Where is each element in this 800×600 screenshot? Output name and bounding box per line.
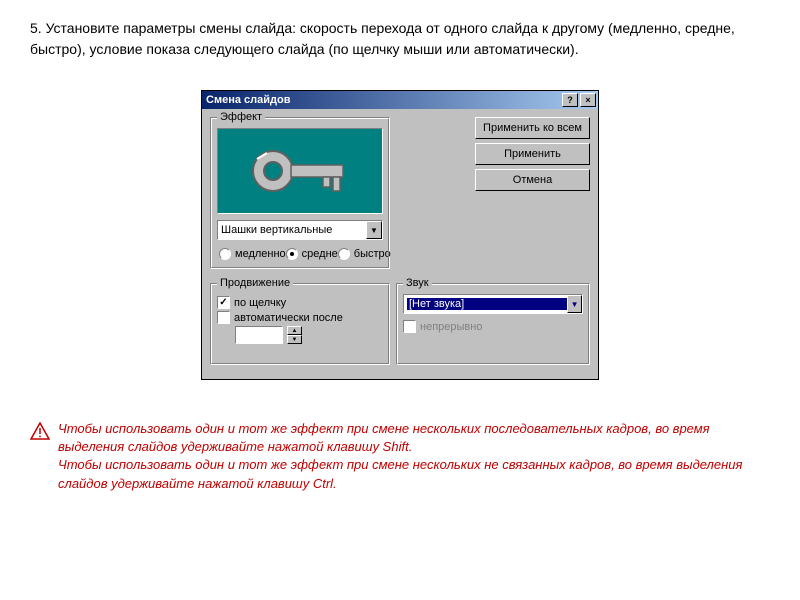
speed-slow-radio[interactable]: медленно bbox=[219, 248, 286, 260]
chevron-down-icon[interactable]: ▼ bbox=[366, 221, 382, 239]
right-column: Применить ко всем Применить Отмена bbox=[398, 117, 590, 275]
chevron-down-icon[interactable]: ▼ bbox=[567, 295, 582, 313]
loop-checkbox: непрерывно bbox=[403, 320, 583, 333]
effect-dropdown-value: Шашки вертикальные bbox=[221, 224, 332, 236]
apply-button[interactable]: Применить bbox=[475, 143, 590, 165]
speed-fast-radio[interactable]: быстро bbox=[338, 248, 391, 260]
warning-icon bbox=[30, 422, 50, 440]
instruction-text: 5. Установите параметры смены слайда: ск… bbox=[30, 18, 770, 60]
radio-icon bbox=[286, 248, 298, 260]
effect-preview bbox=[217, 128, 383, 214]
sound-dropdown-value: [Нет звука] bbox=[407, 298, 567, 310]
sound-group-label: Звук bbox=[403, 277, 432, 289]
speed-medium-label: средне bbox=[302, 248, 338, 260]
warning-text: Чтобы использовать один и тот же эффект … bbox=[58, 420, 770, 493]
titlebar-buttons: ? × bbox=[562, 93, 596, 107]
effect-groupbox: Эффект Шашки вертикальные ▼ bbox=[210, 117, 390, 269]
cancel-button[interactable]: Отмена bbox=[475, 169, 590, 191]
speed-medium-radio[interactable]: средне bbox=[286, 248, 338, 260]
bottom-row: Продвижение по щелчку автоматически посл… bbox=[202, 283, 598, 379]
time-spinner: ▲ ▼ bbox=[217, 326, 383, 344]
slide-transition-dialog: Смена слайдов ? × Эффект bbox=[201, 90, 599, 380]
speed-radio-group: медленно средне быстро bbox=[217, 246, 383, 262]
auto-after-label: автоматически после bbox=[234, 312, 343, 324]
time-input[interactable] bbox=[235, 326, 283, 344]
left-column: Эффект Шашки вертикальные ▼ bbox=[210, 117, 390, 275]
speed-fast-label: быстро bbox=[354, 248, 391, 260]
speed-slow-label: медленно bbox=[235, 248, 286, 260]
dialog-title: Смена слайдов bbox=[206, 94, 290, 106]
auto-after-checkbox[interactable]: автоматически после bbox=[217, 311, 383, 324]
radio-icon bbox=[219, 248, 231, 260]
loop-label: непрерывно bbox=[420, 321, 482, 333]
apply-all-button[interactable]: Применить ко всем bbox=[475, 117, 590, 139]
on-click-label: по щелчку bbox=[234, 297, 286, 309]
effect-dropdown[interactable]: Шашки вертикальные ▼ bbox=[217, 220, 383, 240]
dialog-body: Эффект Шашки вертикальные ▼ bbox=[202, 109, 598, 283]
advance-group-label: Продвижение bbox=[217, 277, 293, 289]
warning-block: Чтобы использовать один и тот же эффект … bbox=[30, 420, 770, 493]
advance-groupbox: Продвижение по щелчку автоматически посл… bbox=[210, 283, 390, 365]
on-click-checkbox[interactable]: по щелчку bbox=[217, 296, 383, 309]
radio-icon bbox=[338, 248, 350, 260]
spinner-buttons: ▲ ▼ bbox=[287, 326, 302, 344]
help-icon[interactable]: ? bbox=[562, 93, 578, 107]
spacer bbox=[398, 195, 590, 275]
close-icon[interactable]: × bbox=[580, 93, 596, 107]
spin-up-icon[interactable]: ▲ bbox=[287, 326, 302, 335]
sound-groupbox: Звук [Нет звука] ▼ непрерывно bbox=[396, 283, 590, 365]
warning-line-1: Чтобы использовать один и тот же эффект … bbox=[58, 420, 770, 456]
sound-dropdown[interactable]: [Нет звука] ▼ bbox=[403, 294, 583, 314]
dialog-container: Смена слайдов ? × Эффект bbox=[30, 90, 770, 380]
key-icon bbox=[245, 141, 355, 201]
checkbox-icon bbox=[217, 311, 230, 324]
effect-group-label: Эффект bbox=[217, 111, 265, 123]
dialog-titlebar[interactable]: Смена слайдов ? × bbox=[202, 91, 598, 109]
spin-down-icon[interactable]: ▼ bbox=[287, 335, 302, 344]
checkbox-icon bbox=[217, 296, 230, 309]
checkbox-icon bbox=[403, 320, 416, 333]
warning-line-2: Чтобы использовать один и тот же эффект … bbox=[58, 456, 770, 492]
